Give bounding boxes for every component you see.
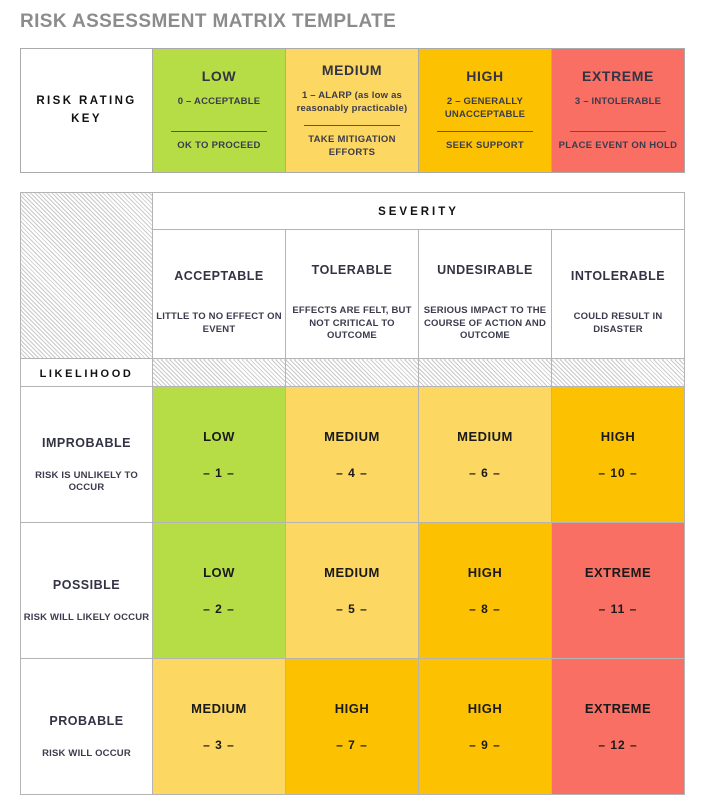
- matrix-cell-possible-acceptable[interactable]: LOW – 2 –: [152, 521, 286, 659]
- matrix-cell-improbable-intolerable[interactable]: HIGH – 10 –: [550, 385, 686, 523]
- key-level-medium-score: 1 – ALARP (as low as reasonably practica…: [296, 89, 408, 114]
- matrix-cell-possible-tolerable-number: – 5 –: [336, 601, 368, 616]
- likelihood-row-improbable-header: IMPROBABLE RISK IS UNLIKELY TO OCCUR: [20, 385, 153, 523]
- key-level-low-action: OK TO PROCEED: [177, 140, 261, 152]
- key-level-low-title: LOW: [201, 68, 237, 85]
- likelihood-row-possible-name: POSSIBLE: [52, 578, 121, 593]
- key-level-extreme-title: EXTREME: [582, 68, 654, 85]
- matrix-cell-improbable-intolerable-label: HIGH: [600, 428, 636, 444]
- risk-rating-key-label-cell: RISK RATING KEY: [20, 48, 153, 173]
- matrix-cell-improbable-undesirable-number: – 6 –: [469, 465, 501, 480]
- likelihood-row-probable-header: PROBABLE RISK WILL OCCUR: [20, 657, 153, 796]
- key-level-extreme[interactable]: EXTREME 3 – INTOLERABLE PLACE EVENT ON H…: [551, 48, 685, 173]
- matrix-cell-probable-undesirable-number: – 9 –: [469, 737, 501, 752]
- key-level-low[interactable]: LOW 0 – ACCEPTABLE OK TO PROCEED: [152, 48, 286, 173]
- severity-column-undesirable-name: UNDESIRABLE: [437, 262, 533, 277]
- matrix-row-improbable: IMPROBABLE RISK IS UNLIKELY TO OCCUR LOW…: [20, 385, 686, 523]
- likelihood-row-probable-name: PROBABLE: [49, 714, 124, 729]
- matrix-cell-improbable-acceptable[interactable]: LOW – 1 –: [152, 385, 286, 523]
- likelihood-hatch-cell-1: [152, 358, 286, 387]
- page-title: RISK ASSESSMENT MATRIX TEMPLATE: [20, 11, 397, 32]
- severity-column-intolerable: INTOLERABLE COULD RESULT IN DISASTER: [550, 228, 686, 360]
- key-level-high-score: 2 – GENERALLY UNACCEPTABLE: [444, 96, 526, 120]
- matrix-cell-possible-undesirable-label: HIGH: [467, 564, 503, 580]
- matrix-cell-probable-intolerable-label: EXTREME: [584, 700, 652, 716]
- risk-rating-key-table: RISK RATING KEY LOW 0 – ACCEPTABLE OK TO…: [20, 48, 685, 173]
- risk-rating-key-label-line1: RISK RATING: [36, 94, 137, 107]
- corner-hatch-cell: [20, 191, 153, 360]
- matrix-cell-possible-undesirable[interactable]: HIGH – 8 –: [418, 521, 552, 659]
- key-level-low-score: 0 – ACCEPTABLE: [177, 96, 261, 108]
- matrix-cell-improbable-intolerable-number: – 10 –: [598, 465, 638, 480]
- likelihood-row-possible-header: POSSIBLE RISK WILL LIKELY OCCUR: [20, 521, 153, 659]
- matrix-cell-possible-undesirable-number: – 8 –: [469, 601, 501, 616]
- matrix-cell-possible-tolerable[interactable]: MEDIUM – 5 –: [285, 521, 419, 659]
- severity-column-intolerable-description: COULD RESULT IN DISASTER: [573, 311, 663, 335]
- matrix-row-possible: POSSIBLE RISK WILL LIKELY OCCUR LOW – 2 …: [20, 521, 686, 659]
- matrix-cell-probable-acceptable[interactable]: MEDIUM – 3 –: [152, 657, 286, 796]
- matrix-cell-improbable-tolerable[interactable]: MEDIUM – 4 –: [285, 385, 419, 523]
- severity-column-tolerable-description: EFFECTS ARE FELT, BUT NOT CRITICAL TO OU…: [292, 304, 412, 342]
- severity-column-acceptable: ACCEPTABLE LITTLE TO NO EFFECT ON EVENT: [152, 228, 286, 360]
- risk-rating-key-label-line2: KEY: [71, 112, 102, 125]
- severity-column-acceptable-name: ACCEPTABLE: [174, 269, 264, 284]
- matrix-cell-possible-intolerable[interactable]: EXTREME – 11 –: [550, 521, 686, 659]
- matrix-cell-improbable-undesirable-label: MEDIUM: [457, 428, 513, 444]
- matrix-row-probable: PROBABLE RISK WILL OCCUR MEDIUM – 3 – HI…: [20, 657, 686, 796]
- severity-column-undesirable-description: SERIOUS IMPACT TO THE COURSE OF ACTION A…: [423, 304, 547, 342]
- matrix-cell-probable-acceptable-label: MEDIUM: [191, 700, 247, 716]
- matrix-cell-improbable-acceptable-label: LOW: [203, 428, 235, 444]
- risk-rating-key-row: RISK RATING KEY LOW 0 – ACCEPTABLE OK TO…: [20, 48, 685, 173]
- key-level-extreme-score: 3 – INTOLERABLE: [574, 96, 662, 108]
- matrix-cell-probable-undesirable[interactable]: HIGH – 9 –: [418, 657, 552, 796]
- key-level-medium-action: TAKE MITIGATION EFFORTS: [308, 133, 396, 158]
- likelihood-hatch-cell-3: [418, 358, 552, 387]
- matrix-cell-possible-intolerable-number: – 11 –: [598, 601, 638, 616]
- likelihood-header-row: LIKELIHOOD: [20, 358, 686, 387]
- key-level-extreme-action: PLACE EVENT ON HOLD: [558, 140, 678, 152]
- likelihood-hatch-cell-2: [285, 358, 419, 387]
- matrix-cell-possible-acceptable-label: LOW: [203, 564, 235, 580]
- matrix-cell-possible-intolerable-label: EXTREME: [584, 564, 652, 580]
- key-level-extreme-divider: [570, 131, 666, 133]
- likelihood-header-label: LIKELIHOOD: [39, 367, 134, 380]
- severity-column-tolerable-name: TOLERABLE: [311, 262, 393, 277]
- severity-column-undesirable: UNDESIRABLE SERIOUS IMPACT TO THE COURSE…: [418, 228, 552, 360]
- likelihood-header-cell: LIKELIHOOD: [20, 358, 153, 387]
- severity-column-tolerable: TOLERABLE EFFECTS ARE FELT, BUT NOT CRIT…: [285, 228, 419, 360]
- key-level-high-title: HIGH: [466, 68, 504, 85]
- matrix-cell-improbable-tolerable-label: MEDIUM: [324, 428, 380, 444]
- severity-header-label: SEVERITY: [378, 205, 459, 218]
- matrix-cell-improbable-acceptable-number: – 1 –: [203, 465, 235, 480]
- risk-rating-key-label: RISK RATING KEY: [21, 93, 152, 129]
- matrix-cell-improbable-undesirable[interactable]: MEDIUM – 6 –: [418, 385, 552, 523]
- matrix-cell-probable-intolerable-number: – 12 –: [598, 737, 638, 752]
- severity-column-intolerable-name: INTOLERABLE: [570, 269, 666, 284]
- matrix-cell-probable-tolerable-number: – 7 –: [336, 737, 368, 752]
- key-level-high[interactable]: HIGH 2 – GENERALLY UNACCEPTABLE SEEK SUP…: [418, 48, 552, 173]
- matrix-cell-probable-acceptable-number: – 3 –: [203, 737, 235, 752]
- key-level-high-action: SEEK SUPPORT: [445, 140, 525, 152]
- key-level-high-divider: [437, 131, 533, 133]
- likelihood-row-possible-description: RISK WILL LIKELY OCCUR: [23, 612, 150, 624]
- severity-header-row: SEVERITY: [20, 191, 686, 360]
- matrix-cell-improbable-tolerable-number: – 4 –: [336, 465, 368, 480]
- severity-column-acceptable-description: LITTLE TO NO EFFECT ON EVENT: [156, 311, 282, 335]
- risk-matrix-table: SEVERITY ACCEPTABLE LITTLE TO NO EFFECT …: [20, 191, 686, 796]
- key-level-medium-title: MEDIUM: [321, 61, 383, 78]
- severity-header-cell: SEVERITY: [151, 192, 686, 230]
- matrix-cell-probable-tolerable-label: HIGH: [334, 700, 370, 716]
- likelihood-row-improbable-description: RISK IS UNLIKELY TO OCCUR: [35, 469, 138, 494]
- matrix-cell-possible-tolerable-label: MEDIUM: [324, 564, 380, 580]
- matrix-cell-probable-intolerable[interactable]: EXTREME – 12 –: [550, 657, 686, 796]
- matrix-cell-probable-tolerable[interactable]: HIGH – 7 –: [285, 657, 419, 796]
- key-level-medium[interactable]: MEDIUM 1 – ALARP (as low as reasonably p…: [285, 48, 419, 173]
- likelihood-row-improbable-name: IMPROBABLE: [41, 435, 132, 450]
- key-level-medium-divider: [304, 124, 400, 126]
- key-level-low-divider: [171, 131, 267, 133]
- likelihood-row-probable-description: RISK WILL OCCUR: [42, 748, 131, 760]
- likelihood-hatch-cell-4: [550, 358, 686, 387]
- matrix-cell-probable-undesirable-label: HIGH: [467, 700, 503, 716]
- matrix-cell-possible-acceptable-number: – 2 –: [203, 601, 235, 616]
